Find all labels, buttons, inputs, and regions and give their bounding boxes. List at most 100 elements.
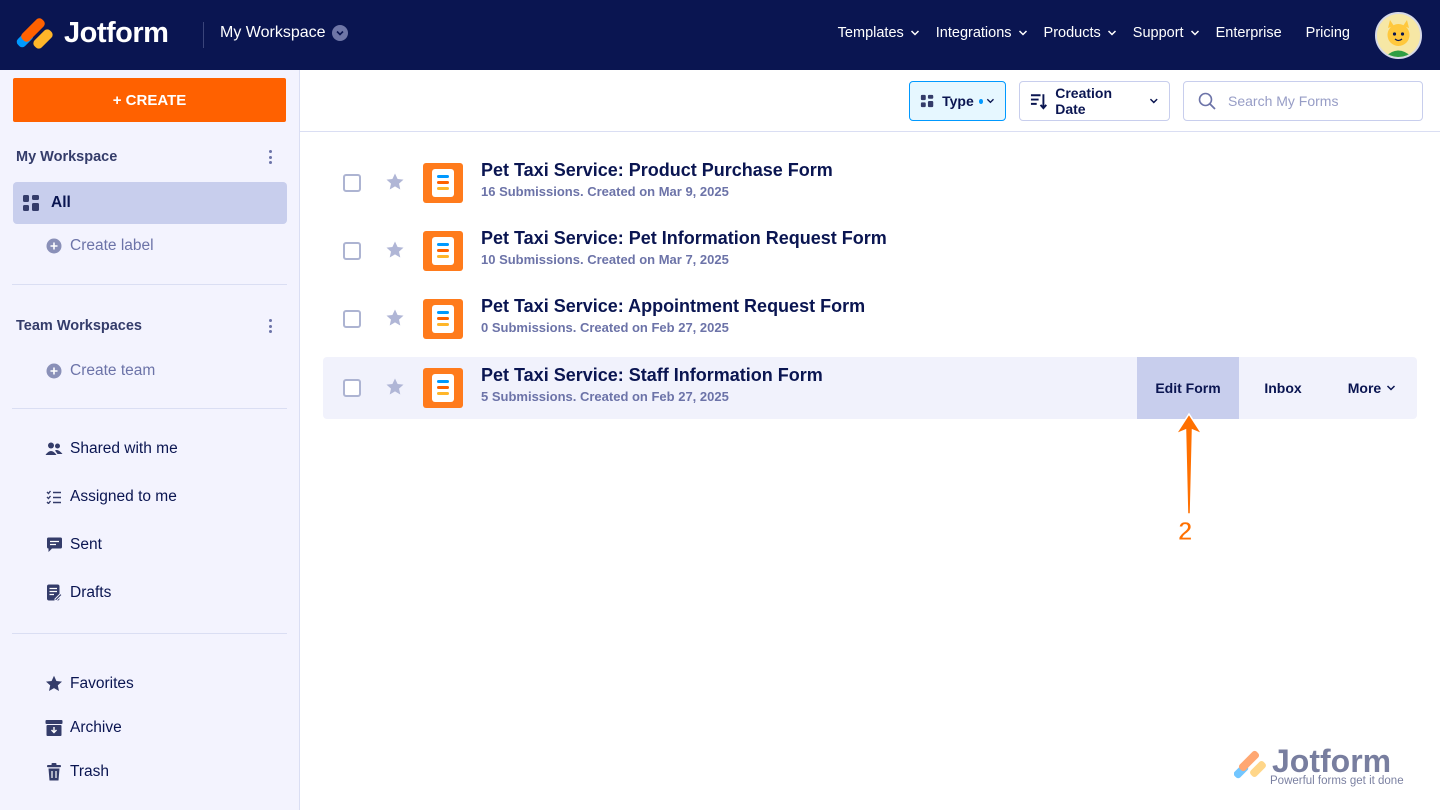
filter-active-dot [978,98,984,104]
chevron-down-icon [1107,30,1116,36]
form-icon [423,231,463,271]
sidebar-item-favorites[interactable]: Favorites [13,663,287,705]
star-icon[interactable] [385,308,405,328]
form-meta: 0 Submissions. Created on Feb 27, 2025 [481,320,729,335]
nav-templates[interactable]: Templates [838,25,920,41]
nav-enterprise[interactable]: Enterprise [1216,25,1282,41]
divider [12,408,287,409]
create-button[interactable]: + CREATE [13,78,286,122]
form-meta: 10 Submissions. Created on Mar 7, 2025 [481,252,729,267]
users-icon [44,439,64,459]
select-checkbox[interactable] [343,310,361,328]
sidebar-item-drafts[interactable]: Drafts [13,572,287,614]
form-title[interactable]: Pet Taxi Service: Staff Information Form [481,365,823,386]
search-input[interactable] [1228,93,1408,109]
draft-icon [44,583,64,603]
chevron-down-icon [910,30,919,36]
sidebar-item-label: Assigned to me [70,488,177,505]
form-meta: 5 Submissions. Created on Feb 27, 2025 [481,389,729,404]
create-label-link[interactable]: Create label [13,225,287,267]
team-workspaces-title: Team Workspaces [16,318,142,334]
sort-label: Creation Date [1055,85,1113,117]
plus-circle-icon [44,361,64,381]
star-icon[interactable] [385,172,405,192]
grid-icon [21,193,41,213]
grid-icon [920,94,934,108]
select-checkbox[interactable] [343,242,361,260]
sidebar-item-label: Sent [70,536,102,553]
workspace-switcher[interactable]: My Workspace [220,24,348,42]
forms-toolbar: Type Creation Date [300,70,1440,132]
select-checkbox[interactable] [343,379,361,397]
jotform-watermark: Jotform Powerful forms get it done [1234,743,1414,790]
sidebar-item-all[interactable]: All [13,182,287,224]
more-button[interactable]: More [1327,357,1417,419]
sidebar-item-shared-with-me[interactable]: Shared with me [13,428,287,470]
nav-support[interactable]: Support [1133,25,1200,41]
sidebar-item-label: All [51,194,71,211]
message-icon [44,535,64,555]
sidebar-item-label: Create label [70,237,154,254]
checklist-icon [44,487,64,507]
type-filter-label: Type [942,93,974,109]
my-workspace-options-icon[interactable] [266,150,274,166]
form-title[interactable]: Pet Taxi Service: Pet Information Reques… [481,228,887,249]
nav-pricing[interactable]: Pricing [1306,25,1350,41]
form-title[interactable]: Pet Taxi Service: Appointment Request Fo… [481,296,865,317]
sidebar-item-label: Favorites [70,675,134,692]
select-checkbox[interactable] [343,174,361,192]
form-icon [423,163,463,203]
sidebar-item-sent[interactable]: Sent [13,524,287,566]
sidebar-item-label: Trash [70,763,110,780]
search-icon [1198,92,1216,110]
chevron-down-icon [1018,30,1027,36]
form-row[interactable]: Pet Taxi Service: Appointment Request Fo… [323,288,1417,350]
sort-button[interactable]: Creation Date [1019,81,1170,121]
star-icon[interactable] [385,377,405,397]
chevron-down-icon [1150,98,1159,104]
create-team-link[interactable]: Create team [13,350,287,392]
divider [12,633,287,634]
form-icon [423,299,463,339]
form-row[interactable]: Pet Taxi Service: Pet Information Reques… [323,220,1417,282]
chevron-down-icon [987,98,995,104]
jotform-logo-icon [1234,750,1266,779]
sidebar-item-trash[interactable]: Trash [13,751,287,793]
divider [12,284,287,285]
star-icon [44,674,64,694]
workspace-label: My Workspace [220,24,326,41]
sidebar-item-archive[interactable]: Archive [13,707,287,749]
more-label: More [1347,380,1382,396]
star-icon[interactable] [385,240,405,260]
form-meta: 16 Submissions. Created on Mar 9, 2025 [481,184,729,199]
sidebar-item-label: Create team [70,362,156,379]
main-nav: Templates Integrations Products Support … [822,25,1350,41]
my-workspace-title: My Workspace [16,149,118,165]
plus-circle-icon [44,236,64,256]
jotform-logo[interactable]: Jotform [15,16,169,51]
nav-products[interactable]: Products [1044,25,1117,41]
user-avatar[interactable] [1375,12,1422,59]
form-row[interactable]: Pet Taxi Service: Staff Information Form… [323,357,1417,419]
type-filter-button[interactable]: Type [909,81,1006,121]
annotation-step-number: 2 [1177,516,1193,547]
sidebar-item-assigned-to-me[interactable]: Assigned to me [13,476,287,518]
search-box [1183,81,1423,121]
nav-divider [203,22,204,48]
top-nav-bar: Jotform My Workspace Templates Integrati… [0,0,1440,70]
team-workspaces-options-icon[interactable] [266,319,274,335]
sidebar-item-label: Shared with me [70,440,178,457]
sidebar-item-label: Drafts [70,584,112,601]
inbox-button[interactable]: Inbox [1239,357,1327,419]
form-row[interactable]: Pet Taxi Service: Product Purchase Form … [323,152,1417,214]
form-icon [423,368,463,408]
jotform-logo-text: Jotform [64,16,169,49]
form-title[interactable]: Pet Taxi Service: Product Purchase Form [481,160,833,181]
chevron-down-icon [1190,30,1199,36]
sidebar-item-label: Archive [70,719,122,736]
nav-integrations[interactable]: Integrations [936,25,1028,41]
archive-icon [44,718,64,738]
chevron-down-icon [331,25,348,41]
jotform-logo-icon [15,16,55,51]
trash-icon [44,762,64,782]
